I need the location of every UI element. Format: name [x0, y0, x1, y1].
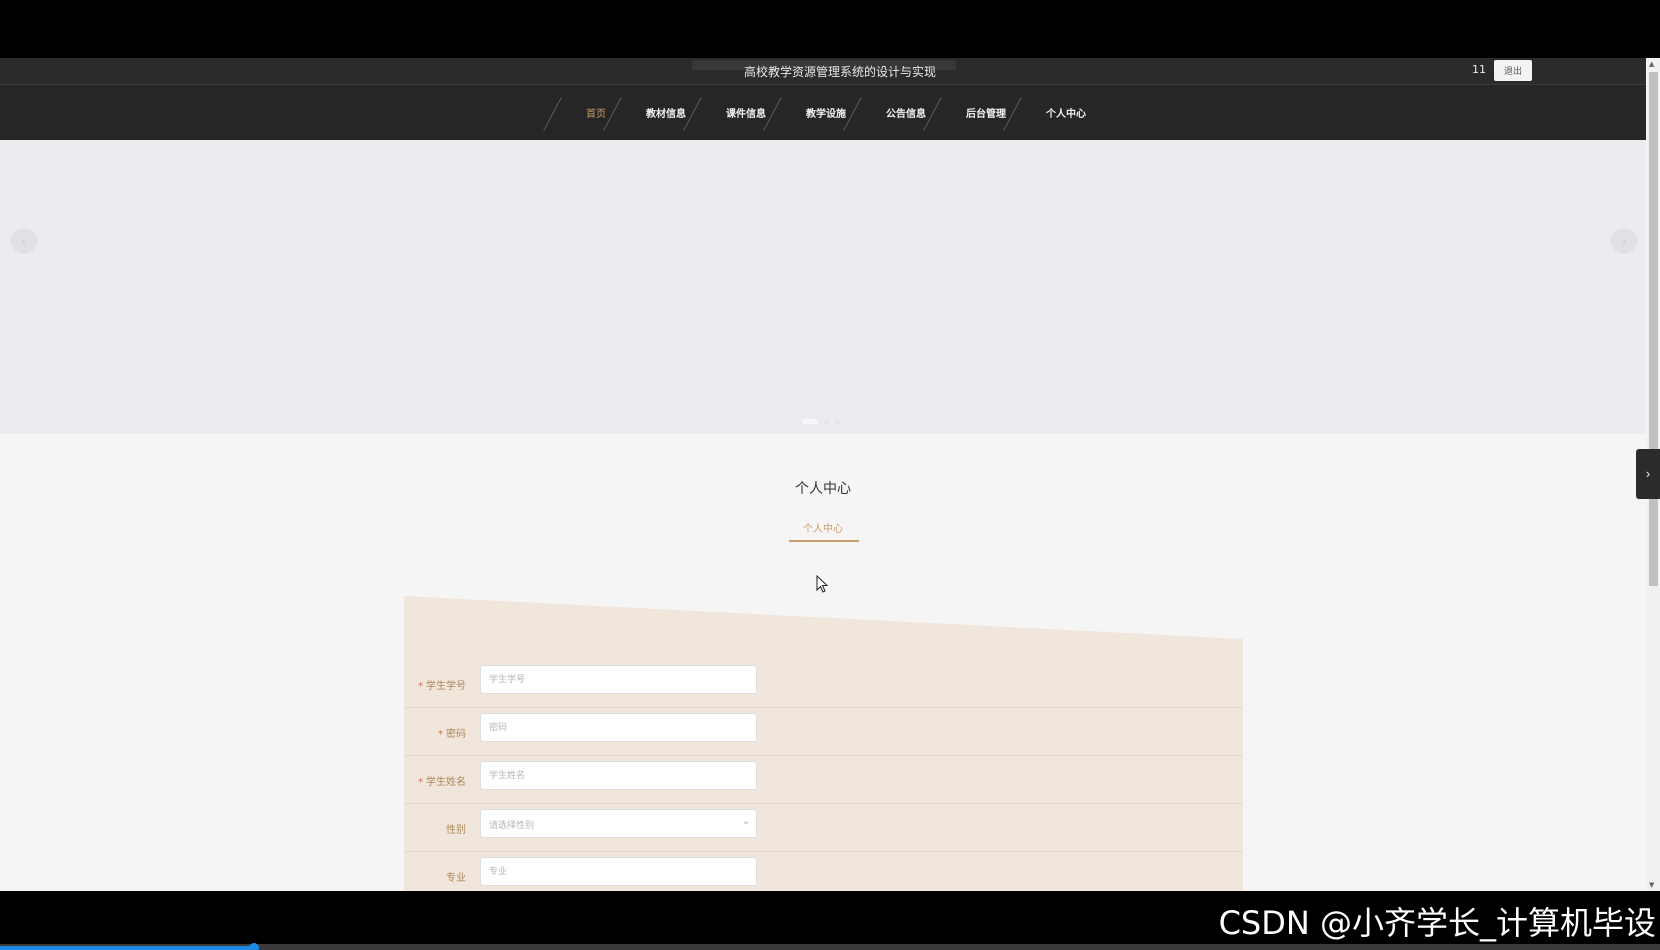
nav-item-label: 教材信息: [646, 109, 686, 120]
field-label-text: 学生学号: [426, 681, 466, 692]
progress-fill: [0, 946, 254, 950]
scrollbar-thumb[interactable]: [1649, 72, 1658, 586]
nav-item-label: 课件信息: [726, 109, 766, 120]
video-progress-bar[interactable]: [0, 943, 1660, 950]
form-row-student-name: * 学生姓名: [404, 756, 1243, 804]
field-label-text: 学生姓名: [426, 777, 466, 788]
nav-item-profile[interactable]: 个人中心: [1003, 85, 1088, 140]
form-row-student-id: * 学生学号: [404, 660, 1243, 708]
required-mark: *: [438, 729, 443, 740]
carousel-dot-2[interactable]: [824, 419, 829, 424]
watermark: CSDN @小齐学长_计算机毕设: [1218, 904, 1656, 942]
mouse-cursor-icon: [816, 575, 828, 593]
carousel-next-button[interactable]: ›: [1611, 228, 1637, 254]
nav-divider: [543, 96, 562, 132]
student-id-input[interactable]: [480, 665, 757, 694]
required-mark: *: [418, 777, 423, 788]
site-title: 高校教学资源管理系统的设计与实现: [743, 65, 936, 79]
password-input[interactable]: [480, 713, 757, 742]
nav-item-courseware[interactable]: 课件信息: [683, 85, 768, 140]
user-name: 11: [1472, 63, 1486, 76]
section-subtitle: 个人中心: [803, 524, 843, 535]
screen: 高校教学资源管理系统的设计与实现 11 退出 首页 教材信息 课件信息 教学设施…: [0, 0, 1660, 950]
field-label-text: 专业: [446, 873, 466, 884]
carousel-indicators: [802, 419, 840, 424]
field-label-text: 性别: [446, 825, 466, 836]
nav-item-label: 后台管理: [966, 109, 1006, 120]
nav-item-textbooks[interactable]: 教材信息: [603, 85, 688, 140]
side-drawer-toggle[interactable]: ›: [1636, 449, 1660, 499]
carousel-prev-button[interactable]: ‹: [11, 228, 37, 254]
field-label: * 学生学号: [404, 677, 466, 692]
form-row-password: * 密码: [404, 708, 1243, 756]
profile-form: *学生学号 *密码 *学生姓名 性别 请选择性别 ⌄ 专业: [404, 596, 1243, 891]
nav-item-label: 首页: [586, 109, 606, 120]
top-bar: 高校教学资源管理系统的设计与实现 11 退出: [0, 58, 1646, 85]
section-title: 个人中心: [795, 481, 851, 497]
browser-page: 高校教学资源管理系统的设计与实现 11 退出 首页 教材信息 课件信息 教学设施…: [0, 58, 1660, 891]
select-placeholder: 请选择性别: [489, 821, 535, 831]
field-label: * 学生姓名: [404, 773, 466, 788]
progress-knob[interactable]: [248, 943, 259, 950]
field-label: 性别: [404, 821, 466, 836]
field-label: 专业: [404, 869, 466, 884]
logout-button[interactable]: 退出: [1494, 60, 1532, 81]
nav-item-home[interactable]: 首页: [543, 85, 608, 140]
nav-item-label: 教学设施: [806, 109, 846, 120]
banner-carousel: ‹ ›: [0, 140, 1646, 434]
nav-item-admin[interactable]: 后台管理: [923, 85, 1008, 140]
required-mark: *: [418, 681, 423, 692]
form-row-major: 专业: [404, 852, 1243, 891]
field-label: * 密码: [404, 725, 466, 740]
field-label-text: 密码: [446, 729, 466, 740]
nav-bar: 首页 教材信息 课件信息 教学设施 公告信息 后台管理 个人中心: [0, 85, 1646, 140]
gender-select[interactable]: 请选择性别 ⌄: [480, 809, 757, 838]
major-input[interactable]: [480, 857, 757, 886]
nav-item-announcements[interactable]: 公告信息: [843, 85, 928, 140]
section-underline: [789, 540, 859, 542]
carousel-dot-1[interactable]: [802, 419, 818, 424]
scroll-up-icon[interactable]: ▲: [1649, 60, 1654, 68]
nav-item-label: 公告信息: [886, 109, 926, 120]
nav-item-facilities[interactable]: 教学设施: [763, 85, 848, 140]
main-nav: 首页 教材信息 课件信息 教学设施 公告信息 后台管理 个人中心: [543, 85, 1088, 140]
scroll-down-icon[interactable]: ▼: [1649, 881, 1654, 889]
form-row-gender: 性别 请选择性别 ⌄: [404, 804, 1243, 852]
carousel-dot-3[interactable]: [835, 419, 840, 424]
nav-item-label: 个人中心: [1046, 109, 1086, 120]
student-name-input[interactable]: [480, 761, 757, 790]
chevron-down-icon: ⌄: [741, 816, 750, 827]
